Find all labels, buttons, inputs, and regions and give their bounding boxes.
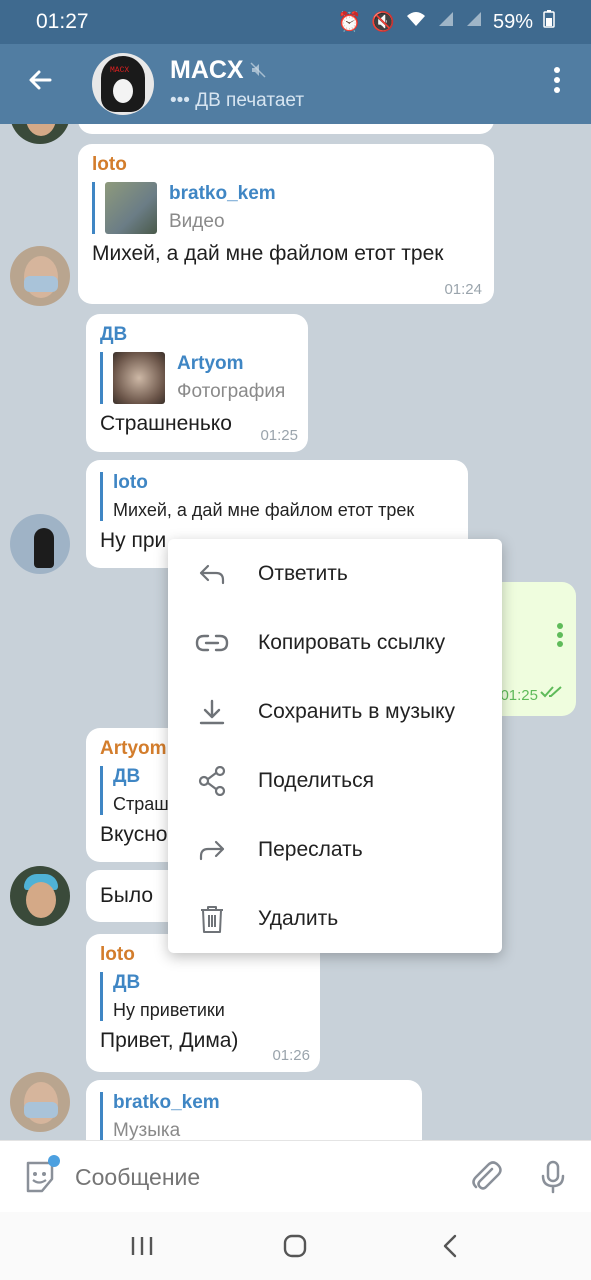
reply-title: bratko_kem	[169, 183, 276, 204]
reply-preview[interactable]: bratko_kem Музыка	[100, 1092, 408, 1140]
avatar[interactable]	[10, 1072, 70, 1132]
reply-subtitle: Видео	[169, 211, 225, 232]
message-bubble[interactable]: loto bratko_kem Видео Михей, а дай мне ф…	[78, 144, 494, 304]
message-composer	[0, 1140, 591, 1212]
menu-item-label: Поделиться	[258, 768, 374, 792]
microphone-icon	[541, 1160, 565, 1194]
more-menu-button[interactable]	[547, 66, 567, 102]
reply-preview[interactable]: loto Михей, а дай мне файлом етот трек	[100, 472, 454, 521]
status-bar: 01:27 ⏰ 🔇 59%	[0, 0, 591, 44]
more-vertical-icon	[554, 67, 560, 93]
message-bubble[interactable]	[78, 124, 494, 134]
message-sender: ДВ	[100, 324, 128, 345]
menu-item-label: Ответить	[258, 561, 348, 585]
reply-preview[interactable]: Artyom Фотография	[100, 352, 294, 404]
typing-status: ••• ДВ печатает	[170, 90, 305, 111]
photo-thumbnail	[113, 352, 165, 404]
chat-header: MACX MACX ••• ДВ печатает	[0, 44, 591, 124]
status-icons: ⏰ 🔇 59%	[338, 10, 555, 34]
message-bubble[interactable]: ДВ Artyom Фотография Страшненько 01:25	[86, 314, 308, 452]
message-time: 01:24	[444, 281, 482, 298]
reply-subtitle: Страш	[113, 794, 169, 814]
read-checkmarks-icon	[540, 685, 564, 704]
chat-avatar[interactable]: MACX	[92, 53, 154, 115]
attach-button[interactable]	[468, 1159, 504, 1195]
menu-item-copy-link[interactable]: Копировать ссылку	[168, 608, 502, 677]
download-icon	[194, 694, 230, 730]
forward-icon	[194, 832, 230, 868]
reply-subtitle: Ну приветики	[113, 1000, 225, 1020]
message-bubble[interactable]: loto ДВ Ну приветики Привет, Дима) 01:26	[86, 934, 320, 1072]
reply-title: ДВ	[113, 766, 141, 787]
menu-item-share[interactable]: Поделиться	[168, 746, 502, 815]
menu-item-delete[interactable]: Удалить	[168, 884, 502, 953]
message-time: 01:25	[260, 427, 298, 444]
reply-subtitle: Михей, а дай мне файлом етот трек	[113, 500, 415, 520]
status-time: 01:27	[36, 10, 89, 33]
chevron-left-icon	[443, 1234, 457, 1258]
context-menu: Ответить Копировать ссылку Сохранить в м…	[168, 539, 502, 953]
reply-title: ДВ	[113, 972, 141, 993]
home-button[interactable]	[275, 1230, 315, 1262]
avatar-text: MACX	[110, 66, 130, 75]
menu-item-reply[interactable]: Ответить	[168, 539, 502, 608]
recents-button[interactable]	[122, 1230, 162, 1262]
battery-percent: 59%	[492, 10, 533, 33]
system-back-button[interactable]	[430, 1230, 470, 1262]
more-options-icon[interactable]	[556, 622, 564, 653]
avatar[interactable]	[10, 514, 70, 574]
wifi-icon	[405, 10, 427, 34]
reply-subtitle: Фотография	[177, 381, 286, 402]
new-sticker-dot	[48, 1155, 60, 1167]
mute-icon: 🔇	[371, 12, 395, 33]
arrow-left-icon	[29, 70, 52, 90]
home-icon	[283, 1234, 307, 1258]
menu-item-label: Переслать	[258, 837, 363, 861]
menu-item-label: Удалить	[258, 906, 339, 930]
signal-icon	[437, 10, 455, 34]
message-sender: loto	[92, 154, 127, 175]
system-nav-bar	[0, 1212, 591, 1280]
recents-icon	[131, 1237, 153, 1255]
reply-title: bratko_kem	[113, 1092, 220, 1113]
menu-item-label: Сохранить в музыку	[258, 699, 455, 723]
message-input[interactable]	[75, 1161, 435, 1193]
signal-icon	[465, 10, 483, 34]
avatar[interactable]	[10, 246, 70, 306]
menu-item-save-music[interactable]: Сохранить в музыку	[168, 677, 502, 746]
reply-title: loto	[113, 472, 148, 493]
alarm-icon: ⏰	[337, 12, 362, 33]
message-text: Михей, а дай мне файлом етот трек	[92, 242, 444, 265]
avatar[interactable]	[10, 866, 70, 926]
paperclip-icon	[472, 1161, 502, 1190]
reply-preview[interactable]: bratko_kem Видео	[92, 182, 480, 234]
link-icon	[194, 625, 230, 661]
avatar[interactable]	[10, 124, 70, 144]
menu-item-forward[interactable]: Переслать	[168, 815, 502, 884]
back-button[interactable]	[22, 66, 58, 102]
menu-item-label: Копировать ссылку	[258, 630, 446, 654]
chat-title[interactable]: MACX	[170, 56, 244, 85]
message-time: 01:25	[500, 687, 538, 704]
message-time: 01:26	[272, 1047, 310, 1064]
battery-icon	[543, 10, 555, 34]
message-bubble[interactable]: bratko_kem Музыка	[86, 1080, 422, 1140]
muted-icon	[250, 62, 266, 83]
video-thumbnail	[105, 182, 157, 234]
reply-title: Artyom	[177, 353, 244, 374]
reply-icon	[194, 556, 230, 592]
reply-subtitle: Музыка	[113, 1120, 181, 1140]
trash-icon	[194, 901, 230, 937]
voice-record-button[interactable]	[535, 1159, 571, 1195]
reply-preview[interactable]: ДВ Ну приветики	[100, 972, 306, 1021]
share-icon	[194, 763, 230, 799]
